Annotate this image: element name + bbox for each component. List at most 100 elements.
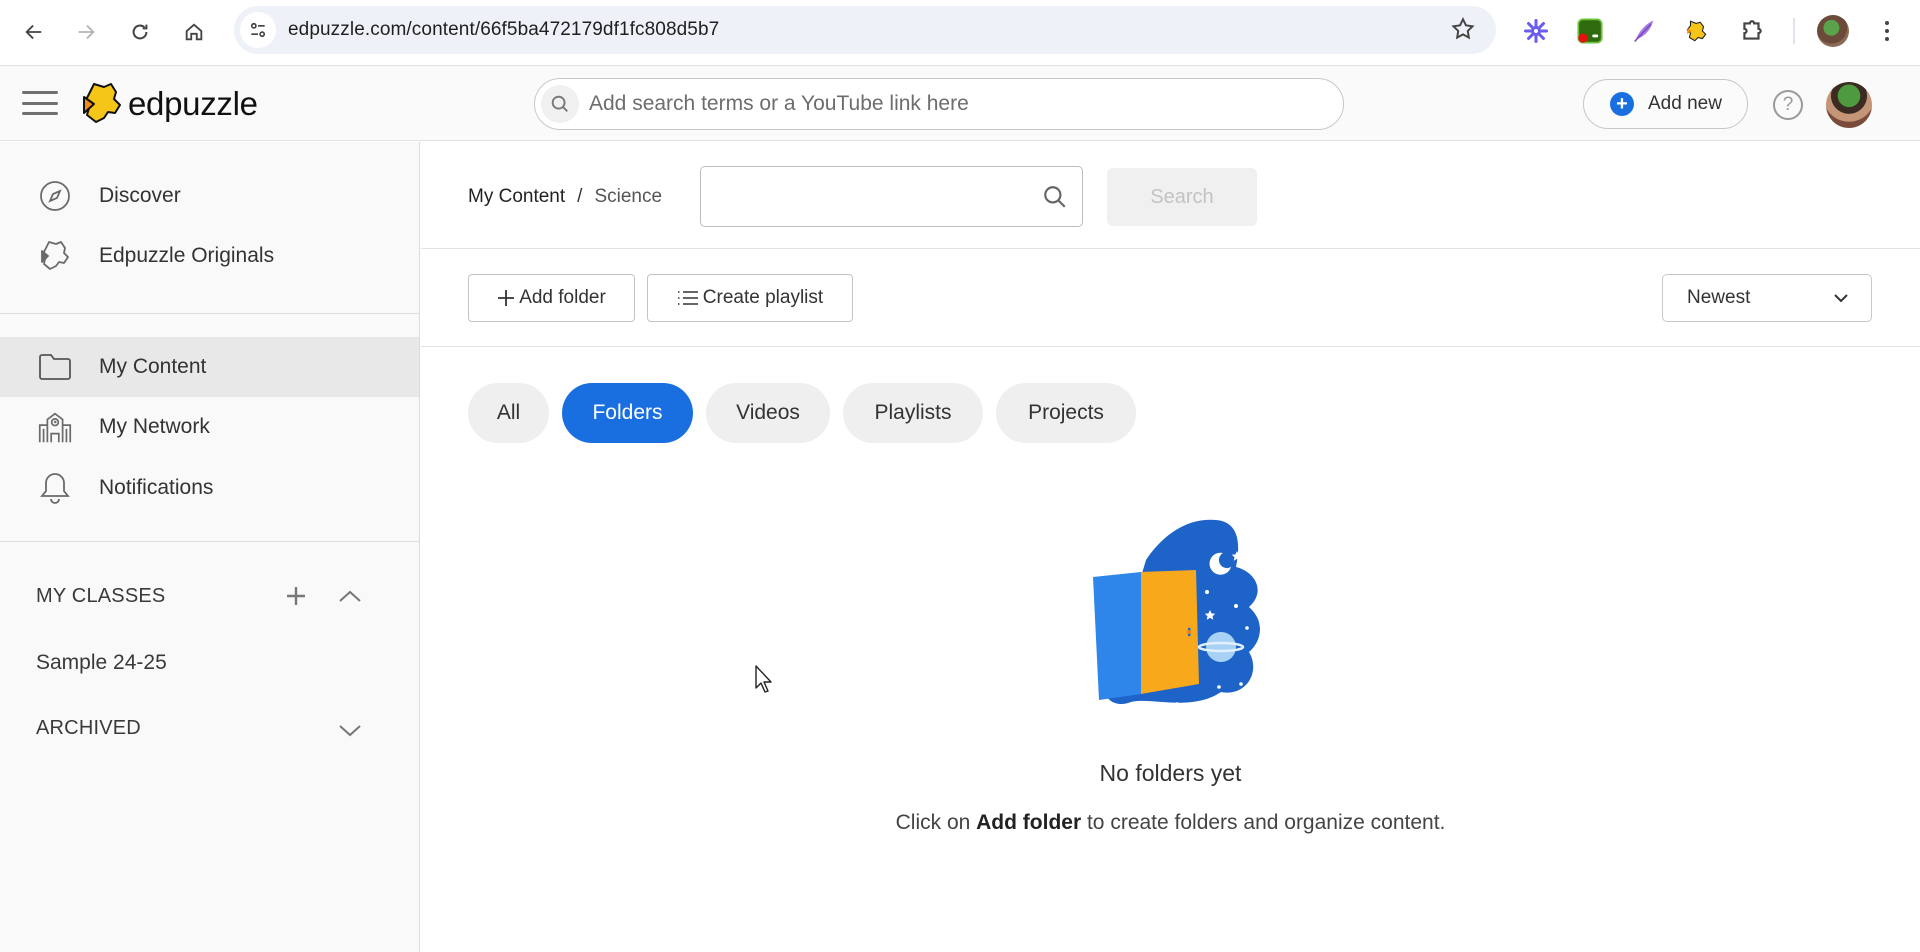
- menu-line-icon: [22, 112, 58, 115]
- sidebar-item-label: My Content: [99, 355, 207, 378]
- edpuzzle-logo[interactable]: edpuzzle: [82, 80, 258, 128]
- tab-videos[interactable]: Videos: [706, 383, 830, 443]
- add-folder-label: Add folder: [519, 287, 606, 308]
- app-header: edpuzzle + Add new ?: [0, 65, 1920, 141]
- forward-button[interactable]: [68, 14, 104, 50]
- browser-toolbar: edpuzzle.com/content/66f5ba472179df1fc80…: [0, 0, 1920, 64]
- home-icon: [185, 23, 203, 41]
- main-content: My Content / Science Search Add folder C…: [421, 142, 1920, 952]
- add-new-button[interactable]: + Add new: [1583, 79, 1748, 129]
- tab-folders[interactable]: Folders: [562, 383, 693, 443]
- tab-playlists[interactable]: Playlists: [843, 383, 983, 443]
- bell-icon: [35, 468, 75, 508]
- menu-dot-icon: [1885, 29, 1889, 33]
- logo-text: edpuzzle: [128, 85, 258, 122]
- chevron-down-icon: [1834, 294, 1848, 303]
- breadcrumb-current: Science: [594, 186, 663, 207]
- sidebar-item-label: My Network: [99, 415, 210, 438]
- sort-dropdown[interactable]: Newest: [1662, 274, 1872, 322]
- sidebar: Discover Edpuzzle Originals My Content M…: [0, 142, 420, 952]
- edpuzzle-icon: [1686, 20, 1707, 42]
- add-class-button[interactable]: [280, 580, 312, 612]
- plus-icon: [287, 587, 305, 605]
- menu-line-icon: [22, 101, 58, 105]
- site-info-button[interactable]: [240, 12, 276, 48]
- arrow-right-icon: [78, 24, 95, 40]
- bookmark-star-button[interactable]: [1450, 16, 1476, 47]
- extensions-menu-button[interactable]: [1735, 14, 1769, 48]
- edpuzzle-logo-icon: [83, 83, 121, 123]
- screen-recorder-icon: [1577, 18, 1603, 44]
- tab-projects[interactable]: Projects: [996, 383, 1136, 443]
- folder-search-field[interactable]: [700, 166, 1083, 227]
- browser-menu-button[interactable]: [1870, 14, 1904, 48]
- toolbar-divider: [1793, 18, 1795, 44]
- reload-button[interactable]: [122, 14, 158, 50]
- plus-icon: [498, 290, 515, 306]
- compass-icon: [35, 176, 75, 216]
- breadcrumb-separator: /: [577, 186, 583, 207]
- breadcrumb-root-link[interactable]: My Content: [468, 186, 565, 208]
- help-button[interactable]: ?: [1773, 90, 1803, 120]
- menu-line-icon: [22, 91, 58, 94]
- sidebar-item-my-content[interactable]: My Content: [0, 337, 419, 397]
- quill-icon: [1634, 20, 1654, 42]
- screen-recorder-extension[interactable]: [1573, 14, 1607, 48]
- archived-heading[interactable]: ARCHIVED: [36, 717, 141, 740]
- tune-icon: [250, 22, 266, 38]
- search-icon: [541, 85, 579, 123]
- sidebar-item-edpuzzle-originals[interactable]: Edpuzzle Originals: [0, 226, 419, 286]
- chevron-down-icon: [339, 725, 361, 737]
- class-item-sample-24-25[interactable]: Sample 24-25: [36, 651, 167, 675]
- empty-state-text-suffix: to create folders and organize content.: [1081, 811, 1446, 834]
- url-text[interactable]: edpuzzle.com/content/66f5ba472179df1fc80…: [288, 19, 719, 41]
- mouse-cursor-icon: [755, 665, 772, 693]
- address-bar[interactable]: edpuzzle.com/content/66f5ba472179df1fc80…: [234, 6, 1496, 54]
- school-icon: [35, 407, 75, 447]
- list-icon: [677, 291, 698, 305]
- sort-selected-value: Newest: [1687, 287, 1751, 308]
- create-playlist-label: Create playlist: [702, 287, 824, 308]
- expand-archived-button[interactable]: [334, 715, 366, 747]
- search-button[interactable]: Search: [1107, 168, 1257, 226]
- sidebar-item-notifications[interactable]: Notifications: [0, 458, 419, 518]
- sidebar-divider: [0, 541, 419, 542]
- quill-extension[interactable]: [1627, 14, 1661, 48]
- add-new-label: Add new: [1648, 93, 1722, 114]
- folder-icon: [35, 347, 75, 387]
- create-playlist-button[interactable]: Create playlist: [647, 274, 853, 322]
- perplexity-extension[interactable]: [1519, 14, 1553, 48]
- content-toolbar: My Content / Science Search: [421, 142, 1920, 249]
- collapse-classes-button[interactable]: [334, 580, 366, 612]
- search-icon: [1042, 184, 1068, 215]
- global-search-bar[interactable]: [534, 78, 1344, 130]
- empty-state-title: No folders yet: [1099, 760, 1242, 786]
- open-door-night-sky-illustration: [1093, 519, 1265, 708]
- sidebar-item-discover[interactable]: Discover: [0, 166, 419, 226]
- reload-icon: [132, 24, 148, 40]
- back-button[interactable]: [16, 14, 52, 50]
- sidebar-item-label: Edpuzzle Originals: [99, 244, 275, 267]
- sidebar-item-my-network[interactable]: My Network: [0, 397, 419, 457]
- chevron-up-icon: [339, 590, 361, 602]
- star-icon: [1451, 17, 1475, 40]
- edpuzzle-extension[interactable]: [1680, 14, 1714, 48]
- menu-dot-icon: [1885, 21, 1889, 25]
- perplexity-icon: [1523, 18, 1549, 44]
- sidebar-divider: [0, 313, 419, 314]
- global-search-input[interactable]: [589, 92, 1309, 116]
- empty-state-text-prefix: Click on: [895, 811, 977, 834]
- empty-state-description: Click on Add folder to create folders an…: [421, 811, 1920, 835]
- browser-profile-avatar[interactable]: [1817, 15, 1849, 47]
- menu-dot-icon: [1885, 37, 1889, 41]
- puzzle-extensions-icon: [1743, 20, 1762, 40]
- tab-all[interactable]: All: [468, 383, 549, 443]
- arrow-left-icon: [25, 24, 42, 40]
- my-classes-heading: MY CLASSES: [36, 585, 166, 607]
- folder-search-input[interactable]: [713, 181, 1033, 213]
- home-button[interactable]: [176, 14, 212, 50]
- add-folder-button[interactable]: Add folder: [468, 274, 635, 322]
- user-avatar[interactable]: [1826, 82, 1872, 128]
- help-question-icon: ?: [1782, 94, 1794, 115]
- hamburger-menu-button[interactable]: [22, 88, 58, 118]
